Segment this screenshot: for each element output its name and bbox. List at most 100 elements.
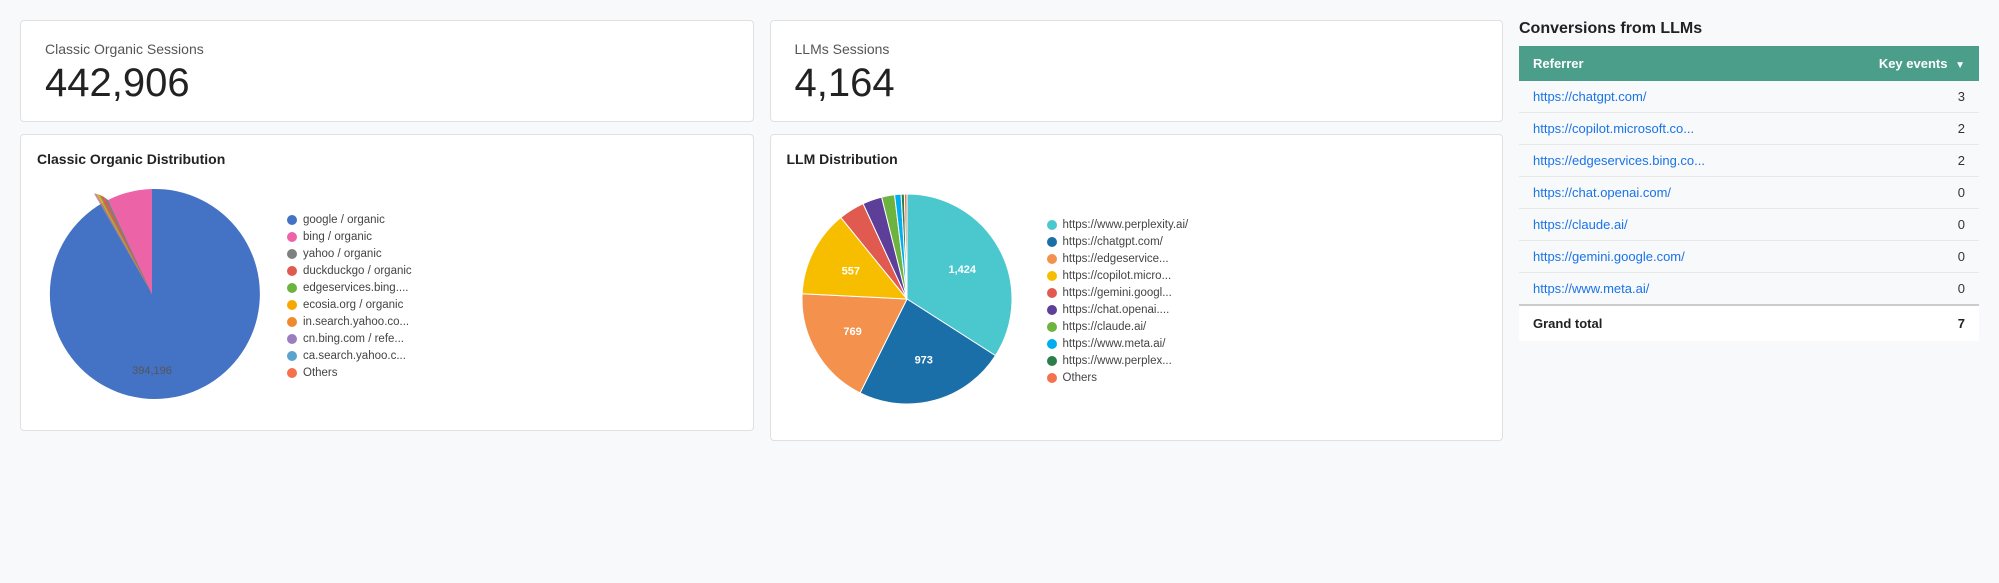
- legend-item: in.search.yahoo.co...: [287, 316, 412, 328]
- classic-pie-wrapper: 394,196: [37, 179, 267, 414]
- legend-label: ecosia.org / organic: [303, 299, 403, 311]
- legend-label: https://edgeservice...: [1063, 253, 1169, 265]
- grand-total-value: 7: [1812, 305, 1979, 341]
- legend-label: edgeservices.bing....: [303, 282, 408, 294]
- legend-item: https://www.perplex...: [1047, 355, 1189, 367]
- legend-dot: [1047, 322, 1057, 332]
- legend-item: edgeservices.bing....: [287, 282, 412, 294]
- legend-item: cn.bing.com / refe...: [287, 333, 412, 345]
- svg-text:557: 557: [841, 266, 859, 278]
- llm-pie-wrapper: 1,424 973 769 557: [787, 179, 1027, 424]
- svg-text:1,424: 1,424: [948, 264, 976, 276]
- referrer-cell: https://copilot.microsoft.co...: [1519, 113, 1812, 145]
- legend-label: https://chatgpt.com/: [1063, 236, 1163, 248]
- key-events-cell: 0: [1812, 209, 1979, 241]
- llm-pie-chart: 1,424 973 769 557: [787, 179, 1027, 419]
- conversions-table-footer: Grand total 7: [1519, 305, 1979, 341]
- referrer-header[interactable]: Referrer: [1519, 46, 1812, 81]
- legend-item: google / organic: [287, 214, 412, 226]
- legend-label: in.search.yahoo.co...: [303, 316, 409, 328]
- table-row: https://www.meta.ai/ 0: [1519, 273, 1979, 306]
- legend-item: https://www.perplexity.ai/: [1047, 219, 1189, 231]
- legend-label: https://chat.openai....: [1063, 304, 1170, 316]
- conversions-table-body: https://chatgpt.com/ 3 https://copilot.m…: [1519, 81, 1979, 305]
- legend-dot: [1047, 373, 1057, 383]
- legend-label: https://www.perplex...: [1063, 355, 1172, 367]
- legend-item: yahoo / organic: [287, 248, 412, 260]
- key-events-cell: 0: [1812, 273, 1979, 306]
- table-row: https://gemini.google.com/ 0: [1519, 241, 1979, 273]
- classic-chart-title: Classic Organic Distribution: [37, 151, 737, 167]
- legend-label: https://claude.ai/: [1063, 321, 1147, 333]
- legend-item: Others: [287, 367, 412, 379]
- legend-dot: [287, 300, 297, 310]
- legend-label: bing / organic: [303, 231, 372, 243]
- legend-item: ca.search.yahoo.c...: [287, 350, 412, 362]
- legend-dot: [1047, 220, 1057, 230]
- legend-label: Others: [303, 367, 338, 379]
- legend-item: https://chat.openai....: [1047, 304, 1189, 316]
- conversions-table: Referrer Key events ▼ https://chatgpt.co…: [1519, 46, 1979, 341]
- legend-dot: [287, 215, 297, 225]
- legend-dot: [287, 232, 297, 242]
- classic-sessions-value: 442,906: [45, 61, 729, 105]
- legend-item: Others: [1047, 372, 1189, 384]
- svg-text:973: 973: [914, 355, 932, 367]
- legend-label: Others: [1063, 372, 1098, 384]
- key-events-cell: 0: [1812, 177, 1979, 209]
- grand-total-label: Grand total: [1519, 305, 1812, 341]
- legend-item: ecosia.org / organic: [287, 299, 412, 311]
- classic-legend: google / organic bing / organic yahoo / or…: [287, 214, 412, 379]
- llm-sessions-card: LLMs Sessions 4,164: [770, 20, 1504, 122]
- legend-dot: [1047, 305, 1057, 315]
- llm-sessions-value: 4,164: [795, 61, 1479, 105]
- legend-label: duckduckgo / organic: [303, 265, 412, 277]
- referrer-cell: https://chat.openai.com/: [1519, 177, 1812, 209]
- referrer-cell: https://edgeservices.bing.co...: [1519, 145, 1812, 177]
- legend-label: https://gemini.googl...: [1063, 287, 1172, 299]
- legend-item: https://copilot.micro...: [1047, 270, 1189, 282]
- legend-dot: [287, 368, 297, 378]
- classic-sessions-card: Classic Organic Sessions 442,906: [20, 20, 754, 122]
- svg-text:769: 769: [843, 326, 861, 338]
- key-events-header[interactable]: Key events ▼: [1812, 46, 1979, 81]
- key-events-cell: 2: [1812, 113, 1979, 145]
- key-events-cell: 2: [1812, 145, 1979, 177]
- llm-chart-title: LLM Distribution: [787, 151, 1487, 167]
- legend-dot: [287, 317, 297, 327]
- legend-label: https://www.perplexity.ai/: [1063, 219, 1189, 231]
- legend-label: google / organic: [303, 214, 385, 226]
- legend-dot: [287, 283, 297, 293]
- referrer-cell: https://claude.ai/: [1519, 209, 1812, 241]
- llm-sessions-label: LLMs Sessions: [795, 41, 1479, 57]
- table-row: https://copilot.microsoft.co... 2: [1519, 113, 1979, 145]
- classic-pie-chart: 394,196: [37, 179, 267, 409]
- classic-sessions-label: Classic Organic Sessions: [45, 41, 729, 57]
- key-events-cell: 3: [1812, 81, 1979, 113]
- referrer-cell: https://www.meta.ai/: [1519, 273, 1812, 306]
- legend-label: yahoo / organic: [303, 248, 382, 260]
- table-header-row: Referrer Key events ▼: [1519, 46, 1979, 81]
- legend-dot: [287, 334, 297, 344]
- conversions-title: Conversions from LLMs: [1519, 20, 1979, 38]
- referrer-cell: https://gemini.google.com/: [1519, 241, 1812, 273]
- llm-legend: https://www.perplexity.ai/https://chatgp…: [1047, 219, 1189, 384]
- key-events-cell: 0: [1812, 241, 1979, 273]
- right-column: Conversions from LLMs Referrer Key event…: [1519, 20, 1979, 341]
- table-row: https://claude.ai/ 0: [1519, 209, 1979, 241]
- legend-item: bing / organic: [287, 231, 412, 243]
- legend-item: https://edgeservice...: [1047, 253, 1189, 265]
- table-row: https://chatgpt.com/ 3: [1519, 81, 1979, 113]
- legend-item: https://gemini.googl...: [1047, 287, 1189, 299]
- grand-total-row: Grand total 7: [1519, 305, 1979, 341]
- legend-label: https://copilot.micro...: [1063, 270, 1172, 282]
- legend-label: https://www.meta.ai/: [1063, 338, 1166, 350]
- classic-distribution-section: Classic Organic Distribution: [20, 134, 754, 431]
- legend-label: ca.search.yahoo.c...: [303, 350, 406, 362]
- classic-chart-container: 394,196 google / organic bing / organic ya…: [37, 179, 737, 414]
- legend-dot: [1047, 288, 1057, 298]
- llm-chart-container: 1,424 973 769 557 https://www.perplexity.ai…: [787, 179, 1487, 424]
- table-row: https://chat.openai.com/ 0: [1519, 177, 1979, 209]
- legend-dot: [1047, 254, 1057, 264]
- svg-text:394,196: 394,196: [132, 365, 172, 377]
